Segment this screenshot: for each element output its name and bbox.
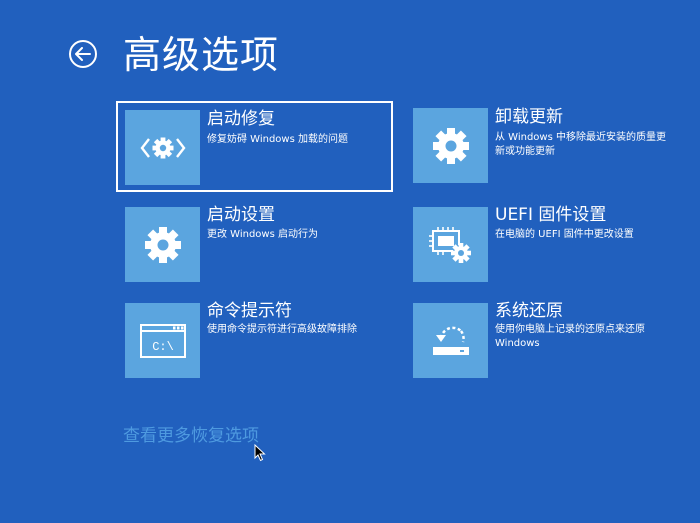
back-arrow-icon — [75, 47, 91, 61]
restore-icon — [432, 326, 469, 355]
option-startup-settings[interactable]: 启动设置 更改 Windows 启动行为 — [116, 198, 393, 289]
option-description: 使用你电脑上记录的还原点来还原 Windows — [495, 324, 645, 349]
option-uninstall-updates[interactable]: 卸载更新 从 Windows 中移除最近安装的质量更新或功能更新 — [406, 101, 676, 192]
option-label: 卸载更新 — [495, 107, 563, 127]
page-title: 高级选项 — [123, 33, 280, 77]
gear-icon — [144, 226, 181, 263]
option-uefi-settings[interactable]: UEFI 固件设置 在电脑的 UEFI 固件中更改设置 — [406, 198, 676, 289]
option-tile — [413, 207, 488, 282]
option-command-prompt[interactable]: C:\ 命令提示符 使用命令提示符进行高级故障排除 — [116, 295, 393, 386]
command-prompt-icon-text: C:\ — [152, 340, 174, 354]
command-prompt-icon: C:\ — [139, 323, 186, 358]
option-description: 修复妨碍 Windows 加载的问题 — [207, 134, 348, 145]
more-recovery-options-link[interactable]: 查看更多恢复选项 — [123, 421, 259, 446]
option-startup-repair[interactable]: 启动修复 修复妨碍 Windows 加载的问题 — [116, 101, 393, 192]
code-gear-icon — [139, 137, 186, 158]
option-label: UEFI 固件设置 — [495, 205, 607, 225]
option-description: 在电脑的 UEFI 固件中更改设置 — [495, 229, 634, 240]
option-label: 系统还原 — [495, 301, 563, 321]
option-label: 命令提示符 — [207, 301, 292, 321]
option-system-restore[interactable]: 系统还原 使用你电脑上记录的还原点来还原 Windows — [406, 295, 676, 386]
option-tile — [413, 108, 488, 183]
back-button[interactable] — [69, 40, 97, 68]
advanced-options-screen: 高级选项 启动修复 修复妨碍 Windows 加载的问题 卸载更新 从 Wind… — [0, 0, 700, 523]
option-tile — [125, 110, 200, 185]
chip-gear-icon — [428, 226, 471, 263]
option-tile — [125, 207, 200, 282]
option-description: 更改 Windows 启动行为 — [207, 229, 318, 240]
option-tile: C:\ — [125, 303, 200, 378]
option-tile — [413, 303, 488, 378]
gear-icon — [432, 127, 469, 164]
option-label: 启动设置 — [207, 205, 275, 225]
option-description: 从 Windows 中移除最近安装的质量更新或功能更新 — [495, 132, 666, 157]
option-description: 使用命令提示符进行高级故障排除 — [207, 324, 357, 335]
option-label: 启动修复 — [207, 109, 275, 129]
mouse-cursor-icon — [254, 444, 266, 462]
